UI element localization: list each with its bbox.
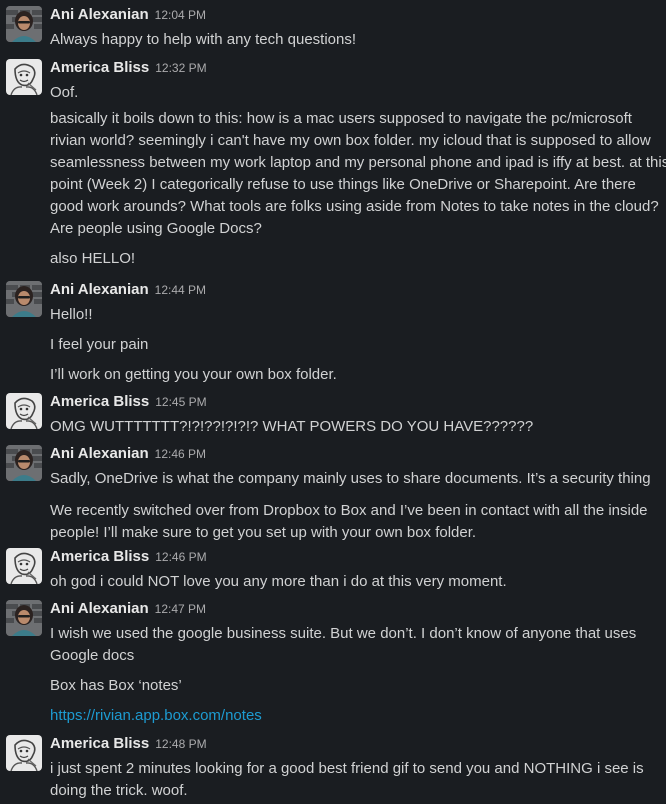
timestamp[interactable]: 12:46 PM [155,447,206,461]
timestamp[interactable]: 12:47 PM [155,602,206,616]
ani-avatar[interactable] [6,6,42,42]
message-paragraph: I wish we used the google business suite… [50,623,662,667]
author-name[interactable]: America Bliss [50,59,149,76]
message-line: Sadly, OneDrive is what the company main… [50,470,651,487]
message-paragraph: OMG WUTTTTTTT?!?!??!?!?!? WHAT POWERS DO… [50,416,662,438]
author-name[interactable]: Ani Alexanian [50,281,149,298]
message-header: America Bliss 12:32 PM [50,58,207,78]
message-header: Ani Alexanian 12:04 PM [50,5,206,25]
message-line: point (Week 2) I categorically refuse to… [50,176,636,193]
message-line: OMG WUTTTTTTT?!?!??!?!?!? WHAT POWERS DO… [50,418,534,435]
message-paragraph: We recently switched over from Dropbox t… [50,500,662,544]
message-link[interactable]: https://rivian.app.box.com/notes [50,705,662,727]
author-name[interactable]: Ani Alexanian [50,6,149,23]
message-paragraph: basically it boils down to this: how is … [50,108,666,240]
message-line: Box has Box ‘notes’ [50,677,182,694]
message-line: Are people using Google Docs? [50,220,262,237]
message-paragraph: also HELLO! [50,248,662,270]
author-name[interactable]: America Bliss [50,548,149,565]
message-header: Ani Alexanian 12:47 PM [50,599,206,619]
message-line: doing the trick. woof. [50,782,188,799]
message-line: i just spent 2 minutes looking for a goo… [50,760,644,777]
message-paragraph: oh god i could NOT love you any more tha… [50,571,662,593]
ani-avatar[interactable] [6,445,42,481]
message-paragraph: Box has Box ‘notes’ [50,675,662,697]
america-avatar[interactable] [6,735,42,771]
message-paragraph: I feel your pain [50,334,662,356]
message-line: also HELLO! [50,250,136,267]
ani-avatar[interactable] [6,600,42,636]
message-feed: Ani Alexanian 12:04 PM Always happy to hel… [0,0,666,804]
message-header: America Bliss 12:46 PM [50,547,207,567]
message-paragraph: Oof. [50,82,662,104]
timestamp[interactable]: 12:04 PM [155,8,206,22]
message-line: I wish we used the google business suite… [50,625,637,642]
author-name[interactable]: Ani Alexanian [50,445,149,462]
message-line: Hello!! [50,306,93,323]
message-header: Ani Alexanian 12:44 PM [50,280,206,300]
message-line: good work arounds? What tools are folks … [50,198,659,215]
message-line: I feel your pain [50,336,149,353]
message-header: America Bliss 12:48 PM [50,734,207,754]
author-name[interactable]: America Bliss [50,735,149,752]
link-text[interactable]: https://rivian.app.box.com/notes [50,705,662,727]
author-name[interactable]: America Bliss [50,393,149,410]
message-line: Google docs [50,647,135,664]
message-line: basically it boils down to this: how is … [50,110,632,127]
america-avatar[interactable] [6,548,42,584]
message-line: people! I’ll make sure to get you set up… [50,524,477,541]
timestamp[interactable]: 12:48 PM [155,737,206,751]
ani-avatar[interactable] [6,281,42,317]
timestamp[interactable]: 12:46 PM [155,550,206,564]
america-avatar[interactable] [6,393,42,429]
message-paragraph: I’ll work on getting you your own box fo… [50,364,662,386]
timestamp[interactable]: 12:45 PM [155,395,206,409]
message-line: Oof. [50,84,79,101]
message-line: Always happy to help with any tech quest… [50,31,357,48]
timestamp[interactable]: 12:32 PM [155,61,206,75]
message-paragraph: i just spent 2 minutes looking for a goo… [50,758,662,802]
timestamp[interactable]: 12:44 PM [155,283,206,297]
message-paragraph: Sadly, OneDrive is what the company main… [50,468,662,490]
message-paragraph: Always happy to help with any tech quest… [50,29,662,51]
message-line: rivian world? seemingly i can't have my … [50,132,651,149]
message-header: America Bliss 12:45 PM [50,392,207,412]
message-line: seamlessness between my work laptop and … [50,154,666,171]
message-header: Ani Alexanian 12:46 PM [50,444,206,464]
author-name[interactable]: Ani Alexanian [50,600,149,617]
message-line: I’ll work on getting you your own box fo… [50,366,337,383]
message-paragraph: Hello!! [50,304,662,326]
message-line: We recently switched over from Dropbox t… [50,502,648,519]
message-line: oh god i could NOT love you any more tha… [50,573,507,590]
america-avatar[interactable] [6,59,42,95]
